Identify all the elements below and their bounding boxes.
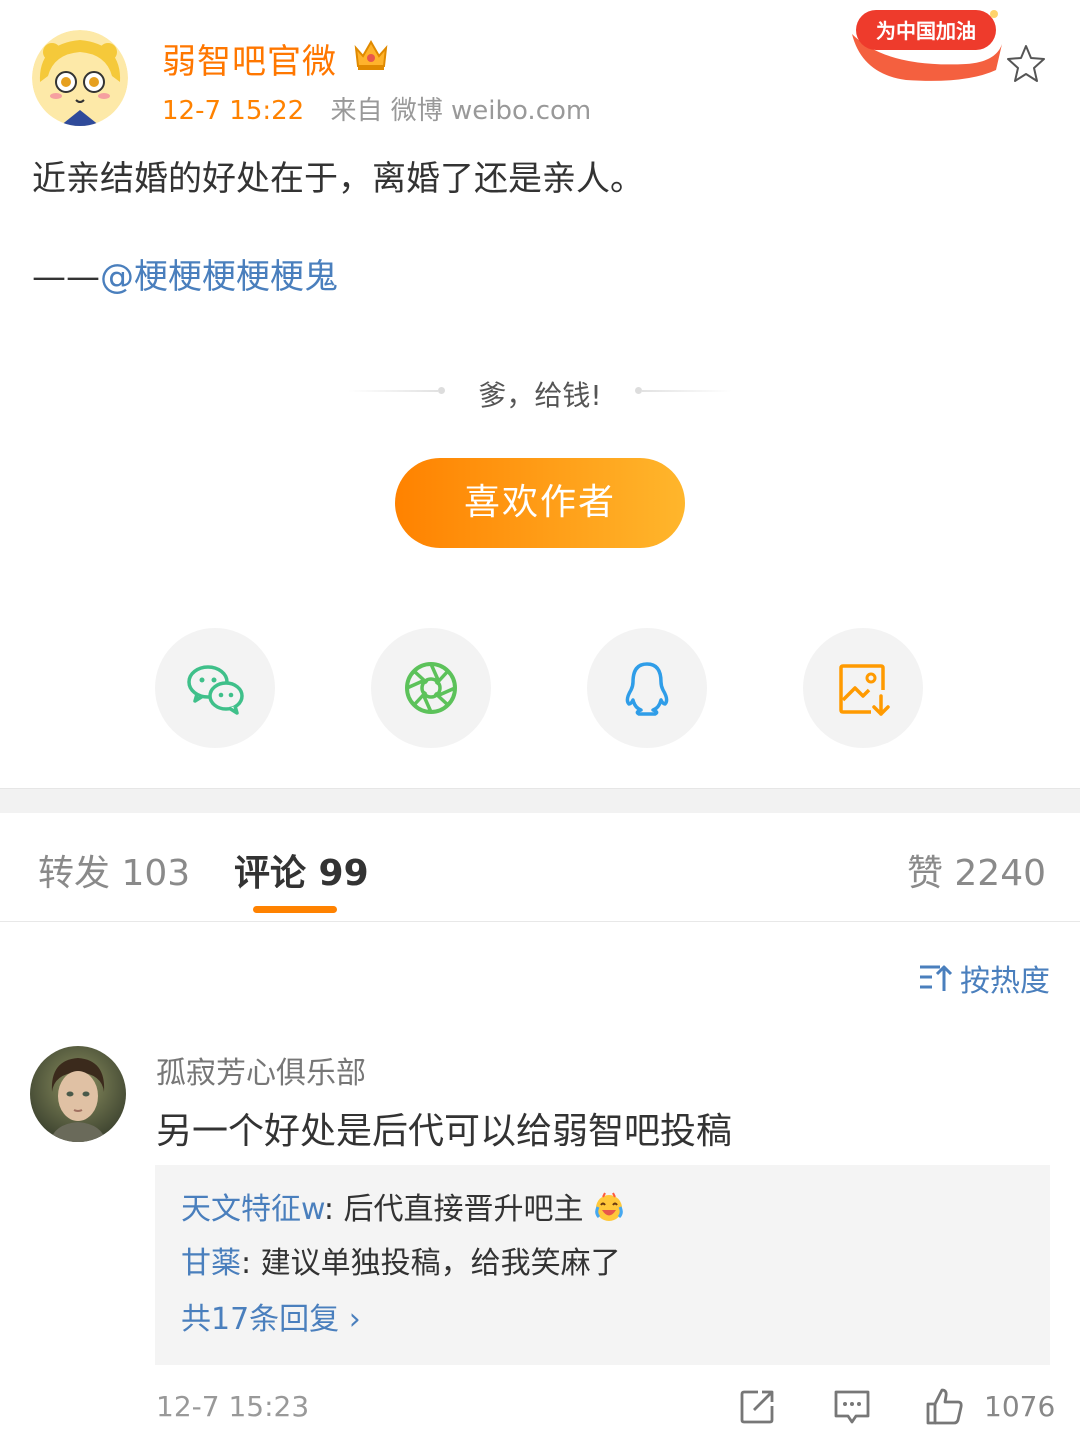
repost-icon [740, 1390, 774, 1424]
post-attribution: ——@梗梗梗梗梗鬼 [32, 250, 1048, 304]
comment-text: 另一个好处是后代可以给弱智吧投稿 [156, 1111, 733, 1152]
post-time: 12-7 15:22 [162, 96, 305, 126]
favorite-star-icon[interactable] [1004, 42, 1048, 86]
comment-like-button[interactable]: 1076 [924, 1384, 1055, 1428]
reply-user[interactable]: 天文特征w [181, 1192, 324, 1227]
crying-laugh-emoji-icon [593, 1187, 625, 1221]
reply-text: : 后代直接晋升吧主 [323, 1192, 584, 1227]
badge-text: 为中国加油 [876, 19, 976, 43]
comment-icon [834, 1390, 870, 1424]
reply-item: 甘薬: 建议单独投稿，给我笑麻了 [181, 1237, 1024, 1291]
comment-repost-button[interactable] [738, 1384, 778, 1428]
commenter-name[interactable]: 孤寂芳心俱乐部 [156, 1048, 366, 1092]
save-image-button[interactable] [803, 628, 923, 748]
section-separator [0, 788, 1080, 813]
reply-item: 天文特征w: 后代直接晋升吧主 [181, 1183, 1024, 1237]
post-meta: 12-7 15:22 来自 微博 weibo.com [162, 90, 591, 127]
like-author-button[interactable]: 喜欢作者 [395, 458, 685, 548]
post-text: 近亲结婚的好处在于，离婚了还是亲人。 [32, 159, 644, 199]
active-tab-indicator [253, 906, 337, 913]
author-name[interactable]: 弱智吧官微 [162, 34, 337, 83]
post-header: 弱智吧官微 12-7 15:22 来自 微博 weibo.com 为中国加油 [32, 10, 1048, 136]
share-qq-button[interactable] [587, 628, 707, 748]
tab-likes[interactable]: 赞 2240 [907, 844, 1046, 896]
divider-dot [635, 387, 642, 394]
post-source: 来自 微博 weibo.com [330, 96, 592, 126]
interaction-tabs: 转发 103 评论 99 赞 2240 [0, 820, 1080, 922]
more-replies-link[interactable]: 共17条回复 › [181, 1291, 1024, 1349]
sort-icon [920, 965, 953, 991]
event-badge[interactable]: 为中国加油 [846, 4, 1006, 84]
comment-item: 孤寂芳心俱乐部 另一个好处是后代可以给弱智吧投稿 天文特征w: 后代直接晋升吧主… [0, 1040, 1080, 1440]
moments-icon [405, 662, 457, 714]
reward-prompt: 爹，给钱! [478, 379, 602, 412]
mention-link[interactable]: @梗梗梗梗梗鬼 [100, 257, 338, 297]
tab-comments[interactable]: 评论 99 [234, 844, 369, 896]
comment-time: 12-7 15:23 [156, 1390, 310, 1423]
share-wechat-button[interactable] [155, 628, 275, 748]
post-content: 近亲结婚的好处在于，离婚了还是亲人。 ——@梗梗梗梗梗鬼 [32, 152, 1048, 304]
attribution-dash: —— [32, 257, 100, 297]
sort-toggle[interactable]: 按热度 [918, 956, 1050, 1000]
reply-box[interactable]: 天文特征w: 后代直接晋升吧主 甘薬: 建议单独投稿，给我笑麻了 共17条回复 … [155, 1165, 1050, 1365]
qq-icon [625, 662, 669, 716]
share-moments-button[interactable] [371, 628, 491, 748]
share-row [0, 628, 1080, 748]
wechat-icon [187, 665, 244, 715]
crown-icon [352, 36, 390, 72]
author-avatar[interactable] [32, 30, 128, 126]
sort-label: 按热度 [960, 964, 1050, 999]
divider-line [642, 390, 732, 392]
reply-text: : 建议单独投稿，给我笑麻了 [241, 1246, 621, 1281]
commenter-avatar[interactable] [30, 1046, 126, 1142]
comment-reply-button[interactable] [832, 1384, 872, 1428]
reply-user[interactable]: 甘薬 [181, 1246, 241, 1281]
save-image-icon [839, 664, 890, 716]
thumbs-up-icon [926, 1388, 963, 1425]
tab-repost[interactable]: 转发 103 [38, 844, 190, 896]
like-count: 1076 [984, 1389, 1056, 1423]
reward-divider: 爹，给钱! [0, 372, 1080, 412]
